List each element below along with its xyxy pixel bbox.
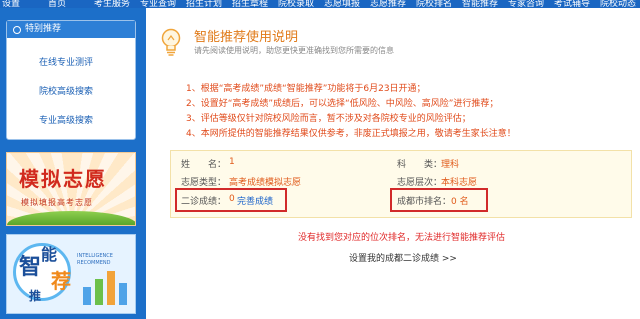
banner-char-zhi: 智 — [19, 254, 42, 280]
top-nav-item[interactable]: 志愿推荐 — [370, 0, 406, 8]
sidebar-item-major-search[interactable]: 专业高级搜索 — [39, 113, 93, 126]
banner-char-jian: 荐 — [51, 269, 71, 293]
banner-char-neng: 能 — [41, 245, 58, 264]
no-rank-warning: 没有找到您对应的位次排名，无法进行智能推荐评估 — [298, 233, 506, 243]
smart-recommend-banner[interactable]: 智 荐 推 能 INTELLIGENCE RECOMMEND — [6, 234, 136, 314]
top-nav-item[interactable]: 专业查询 — [140, 0, 176, 8]
name-value: 1 — [229, 157, 235, 167]
chart-bar-icon — [119, 283, 127, 305]
top-nav-item[interactable]: 院校动态 — [600, 0, 636, 8]
top-nav-item[interactable]: 智能推荐 — [462, 0, 498, 8]
featured-panel: 特别推荐 在线专业测评 院校高级搜索 专业高级搜索 — [6, 20, 136, 140]
type-value: 高考成绩模拟志愿 — [229, 178, 302, 188]
banner-subtitle: 模拟填报高考志愿 — [21, 198, 93, 207]
rule-item: 3、评估等级仅针对院校风险而言，暂不涉及对各院校专业的风险评估； — [186, 114, 471, 124]
top-nav-item[interactable]: 院校排名 — [416, 0, 452, 8]
featured-header-label: 特别推荐 — [25, 24, 62, 34]
banner-title: 模拟志愿 — [19, 167, 107, 191]
top-nav-item[interactable]: 考生服务 — [94, 0, 130, 8]
chart-bar-icon — [95, 279, 103, 305]
sidebar-item-online-test[interactable]: 在线专业测评 — [39, 55, 93, 68]
search-icon — [13, 25, 21, 34]
level-value: 本科志愿 — [441, 178, 478, 188]
page-subtitle: 请先阅读使用说明，助您更快更准确找到您所需要的信息 — [194, 46, 394, 55]
score-highlight-box — [175, 188, 287, 212]
rank-highlight-box — [390, 188, 488, 212]
top-nav-item[interactable]: 设置 — [2, 0, 20, 8]
top-nav-item[interactable]: 首页 — [48, 0, 66, 8]
top-nav-item[interactable]: 专家咨询 — [508, 0, 544, 8]
top-nav: 设置 首页 考生服务 专业查询 招生计划 招生章程 院校录取 志愿填报 志愿推荐 院校排名 智能推荐… — [0, 0, 640, 8]
rule-item: 1、根据“高考成绩”成绩“智能推荐”功能将于6月23日开通； — [186, 84, 426, 94]
candidate-info-panel: 姓 名： 1 科 类： 理科 志愿类型： 高考成绩模拟志愿 志愿层次： 本科志愿… — [170, 150, 632, 218]
page-title: 智能推荐使用说明 — [194, 30, 299, 45]
main-content: 智能推荐使用说明 请先阅读使用说明，助您更快更准确找到您所需要的信息 1、根据“… — [146, 8, 640, 319]
sidebar: 特别推荐 在线专业测评 院校高级搜索 专业高级搜索 模拟志愿 模拟填报高考志愿 … — [0, 8, 140, 319]
rule-item: 4、本网所提供的智能推荐结果仅供参考，非废正式填报之用，敬请考生家长注意！ — [186, 129, 516, 139]
top-nav-item[interactable]: 考试辅导 — [554, 0, 590, 8]
top-nav-item[interactable]: 招生计划 — [186, 0, 222, 8]
lightbulb-icon — [161, 28, 181, 56]
set-score-link[interactable]: 设置我的成都二诊成绩 >> — [349, 251, 457, 264]
sidebar-item-school-search[interactable]: 院校高级搜索 — [39, 84, 93, 97]
subject-value: 理科 — [441, 160, 460, 170]
banner-english: INTELLIGENCE RECOMMEND — [77, 253, 113, 266]
rule-item: 2、设置好“高考成绩”成绩后，可以选择“低风险、中风险、高风险”进行推荐； — [186, 99, 499, 109]
top-nav-item[interactable]: 院校录取 — [278, 0, 314, 8]
type-label: 志愿类型： — [181, 178, 227, 188]
name-label: 姓 名： — [181, 160, 227, 170]
featured-header: 特别推荐 — [7, 21, 135, 38]
subject-label: 科 类： — [397, 160, 443, 170]
chart-bar-icon — [107, 271, 115, 305]
banner-char-tui: 推 — [29, 289, 42, 303]
level-label: 志愿层次： — [397, 178, 443, 188]
chart-bar-icon — [83, 287, 91, 305]
simulate-volunteer-banner[interactable]: 模拟志愿 模拟填报高考志愿 — [6, 152, 136, 226]
top-nav-item[interactable]: 招生章程 — [232, 0, 268, 8]
top-nav-item[interactable]: 志愿填报 — [324, 0, 360, 8]
